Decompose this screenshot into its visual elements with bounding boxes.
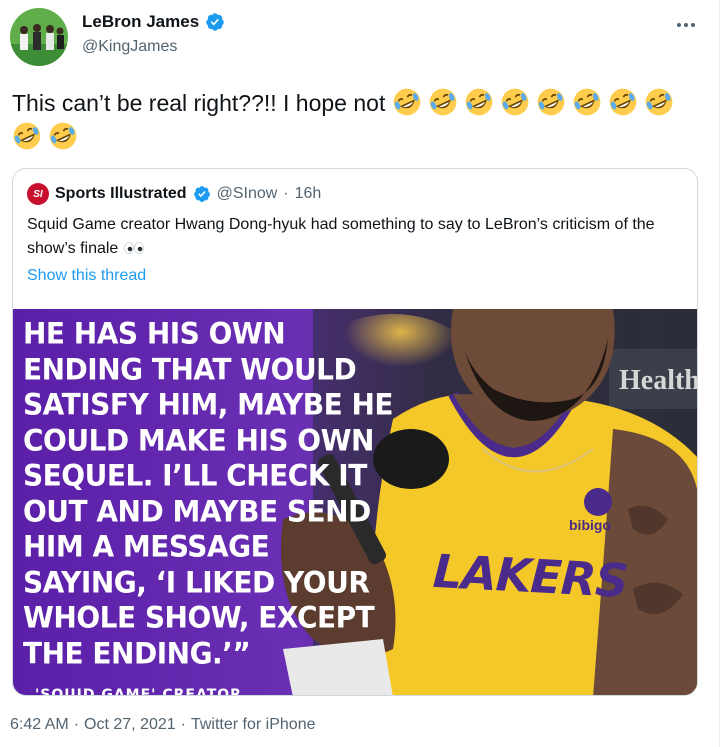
rolling-laughing-emoji-icon bbox=[644, 87, 674, 117]
media-credit-text: 'SQUID GAME' CREATOR bbox=[35, 687, 242, 696]
more-options-icon[interactable] bbox=[671, 10, 701, 40]
rolling-laughing-emoji-icon bbox=[48, 121, 78, 151]
separator-dot: · bbox=[180, 716, 186, 733]
tweet-meta: 6:42 AM · Oct 27, 2021 · Twitter for iPh… bbox=[10, 716, 315, 734]
separator-dot: · bbox=[283, 185, 289, 202]
banner-health-text: Health bbox=[619, 365, 698, 396]
quoted-display-name[interactable]: Sports Illustrated bbox=[55, 185, 187, 203]
tweet-text-body: This can’t be real right??!! I hope not bbox=[12, 90, 386, 116]
tweet-date[interactable]: Oct 27, 2021 bbox=[84, 716, 176, 734]
separator-dot: · bbox=[73, 716, 80, 733]
rolling-laughing-emoji-icon bbox=[608, 87, 638, 117]
quoted-tweet-header: SI Sports Illustrated @SInow · 16h bbox=[27, 183, 321, 205]
media-quote-line: HIM A MESSAGE bbox=[23, 529, 270, 564]
quoted-text-body: Squid Game creator Hwang Dong-hyuk had s… bbox=[27, 216, 655, 257]
media-quote-line: SAYING, ‘I LIKED YOUR bbox=[23, 564, 370, 600]
rolling-laughing-emoji-icon bbox=[428, 87, 458, 117]
author-display-name[interactable]: LeBron James bbox=[82, 12, 199, 32]
jersey-lakers-text: LAKERS bbox=[431, 543, 629, 609]
quoted-media-image[interactable]: LAKERS bibigo Health HE HAS HIS OWN ENDIN… bbox=[13, 309, 698, 696]
quoted-tweet-text: Squid Game creator Hwang Dong-hyuk had s… bbox=[27, 213, 677, 261]
media-quote-line: HE HAS HIS OWN bbox=[23, 316, 286, 351]
rolling-laughing-emoji-icon bbox=[536, 87, 566, 117]
media-quote-line: COULD MAKE HIS OWN bbox=[23, 422, 374, 458]
show-thread-link[interactable]: Show this thread bbox=[27, 267, 146, 285]
rolling-laughing-emoji-icon bbox=[572, 87, 602, 117]
rolling-laughing-emoji-icon bbox=[12, 121, 42, 151]
media-quote-line: OUT AND MAYBE SEND bbox=[23, 493, 371, 529]
tweet-time[interactable]: 6:42 AM bbox=[10, 716, 69, 734]
rolling-laughing-emoji-icon bbox=[500, 87, 530, 117]
author-handle[interactable]: @KingJames bbox=[82, 38, 177, 56]
quoted-timestamp[interactable]: 16h bbox=[295, 185, 322, 203]
media-quote-text: HE HAS HIS OWN ENDING THAT WOULD SATISFY H… bbox=[23, 315, 394, 671]
media-quote-line: THE ENDING.’” bbox=[23, 635, 251, 671]
media-quote-line: ENDING THAT WOULD bbox=[23, 351, 357, 387]
author-name-row: LeBron James bbox=[82, 12, 225, 32]
media-quote-line: SEQUEL. I’LL CHECK IT bbox=[23, 458, 367, 493]
rolling-laughing-emoji-icon bbox=[464, 87, 494, 117]
sports-illustrated-logo-icon: SI bbox=[27, 183, 49, 205]
eyes-emoji-icon bbox=[123, 242, 144, 254]
author-avatar[interactable] bbox=[10, 8, 68, 66]
verified-badge-icon bbox=[193, 186, 210, 202]
quoted-handle[interactable]: @SInow bbox=[217, 185, 278, 203]
quoted-tweet[interactable]: SI Sports Illustrated @SInow · 16h Squid… bbox=[12, 168, 698, 696]
rolling-laughing-emoji-icon bbox=[392, 87, 422, 117]
media-quote-line: WHOLE SHOW, EXCEPT bbox=[23, 600, 375, 635]
jersey-patch-text: bibigo bbox=[569, 517, 611, 533]
tweet-source[interactable]: Twitter for iPhone bbox=[191, 716, 316, 734]
tweet: LeBron James @KingJames This can’t be re… bbox=[0, 0, 720, 747]
media-quote-line: SATISFY HIM, MAYBE HE bbox=[23, 387, 394, 422]
verified-badge-icon bbox=[206, 13, 224, 31]
tweet-text: This can’t be real right??!! I hope not bbox=[12, 86, 702, 154]
